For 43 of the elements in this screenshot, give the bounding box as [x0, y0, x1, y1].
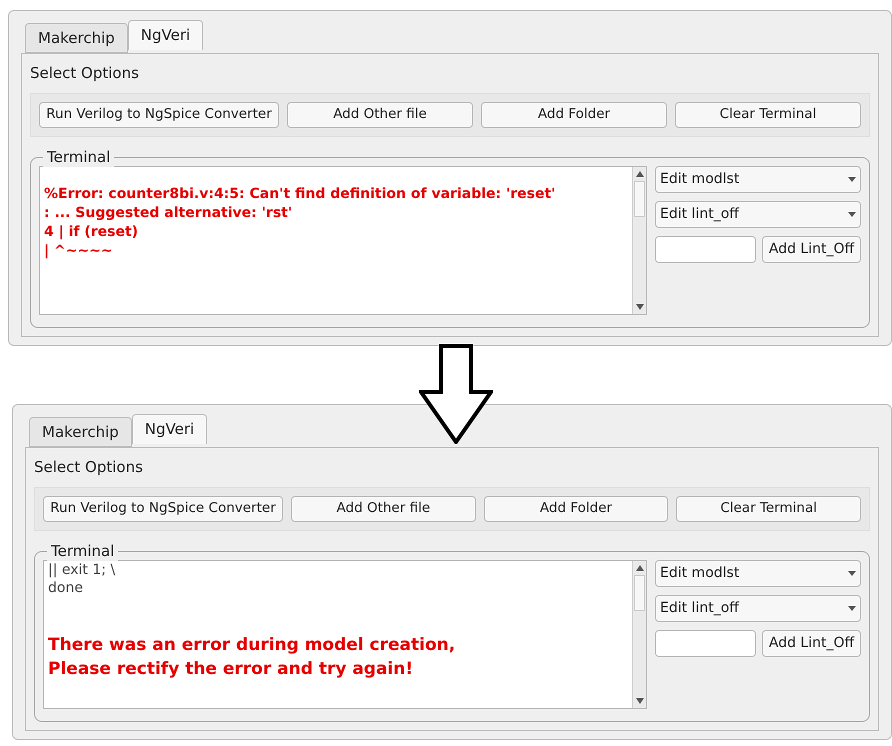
action-button[interactable]: Add Folder: [481, 102, 667, 128]
caret-icon: [848, 176, 856, 182]
action-button[interactable]: Clear Terminal: [676, 496, 861, 522]
add-button[interactable]: Add Lint_Off: [762, 236, 861, 262]
section-label: Select Options: [34, 457, 144, 478]
action-button[interactable]: Add Folder: [484, 496, 668, 522]
section-label: Select Options: [30, 63, 140, 84]
terminal-line: || exit 1; \: [48, 560, 116, 578]
dropdown[interactable]: Edit lint_off: [655, 200, 861, 228]
scroll-down-icon[interactable]: [636, 304, 644, 310]
action-button[interactable]: Clear Terminal: [675, 102, 861, 128]
action-button[interactable]: Add Other file: [287, 102, 473, 128]
dropdown[interactable]: Edit modlst: [655, 166, 861, 192]
caret-icon: [848, 570, 856, 576]
terminal-line: done: [48, 578, 84, 596]
error-line: %Error: counter8bi.v:4:5: Can't find definition of variable: 'reset': [44, 184, 556, 204]
action-button[interactable]: Run Verilog to NgSpice Converter: [39, 102, 279, 128]
error-line: 4 | if (reset): [44, 222, 140, 242]
caret-icon: [848, 212, 856, 216]
scrollbar[interactable]: [632, 166, 646, 314]
scroll-thumb[interactable]: [634, 574, 645, 610]
input-field[interactable]: [655, 236, 756, 262]
caret-icon: [848, 606, 856, 610]
scroll-up-icon[interactable]: [636, 170, 644, 176]
error-message: There was an error during model creation,: [48, 634, 456, 656]
tab[interactable]: NgVeri: [128, 20, 204, 50]
add-button[interactable]: Add Lint_Off: [762, 630, 861, 656]
error-message: Please rectify the error and try again!: [48, 658, 414, 680]
error-line: | ^~~~~: [44, 242, 114, 260]
tab[interactable]: NgVeri: [132, 414, 208, 444]
dropdown[interactable]: Edit lint_off: [655, 594, 861, 622]
tab[interactable]: Makerchip: [25, 23, 128, 53]
action-button[interactable]: Run Verilog to NgSpice Converter: [43, 496, 283, 522]
scroll-up-icon[interactable]: [636, 564, 644, 570]
dropdown[interactable]: Edit modlst: [655, 560, 861, 586]
scroll-down-icon[interactable]: [636, 698, 644, 704]
scrollbar[interactable]: [632, 560, 646, 708]
input-field[interactable]: [655, 630, 756, 656]
down-arrow-icon: [419, 344, 493, 444]
action-button[interactable]: Add Other file: [291, 496, 476, 522]
error-line: : ... Suggested alternative: 'rst': [44, 204, 294, 222]
tab[interactable]: Makerchip: [29, 417, 132, 447]
scroll-thumb[interactable]: [634, 180, 645, 216]
